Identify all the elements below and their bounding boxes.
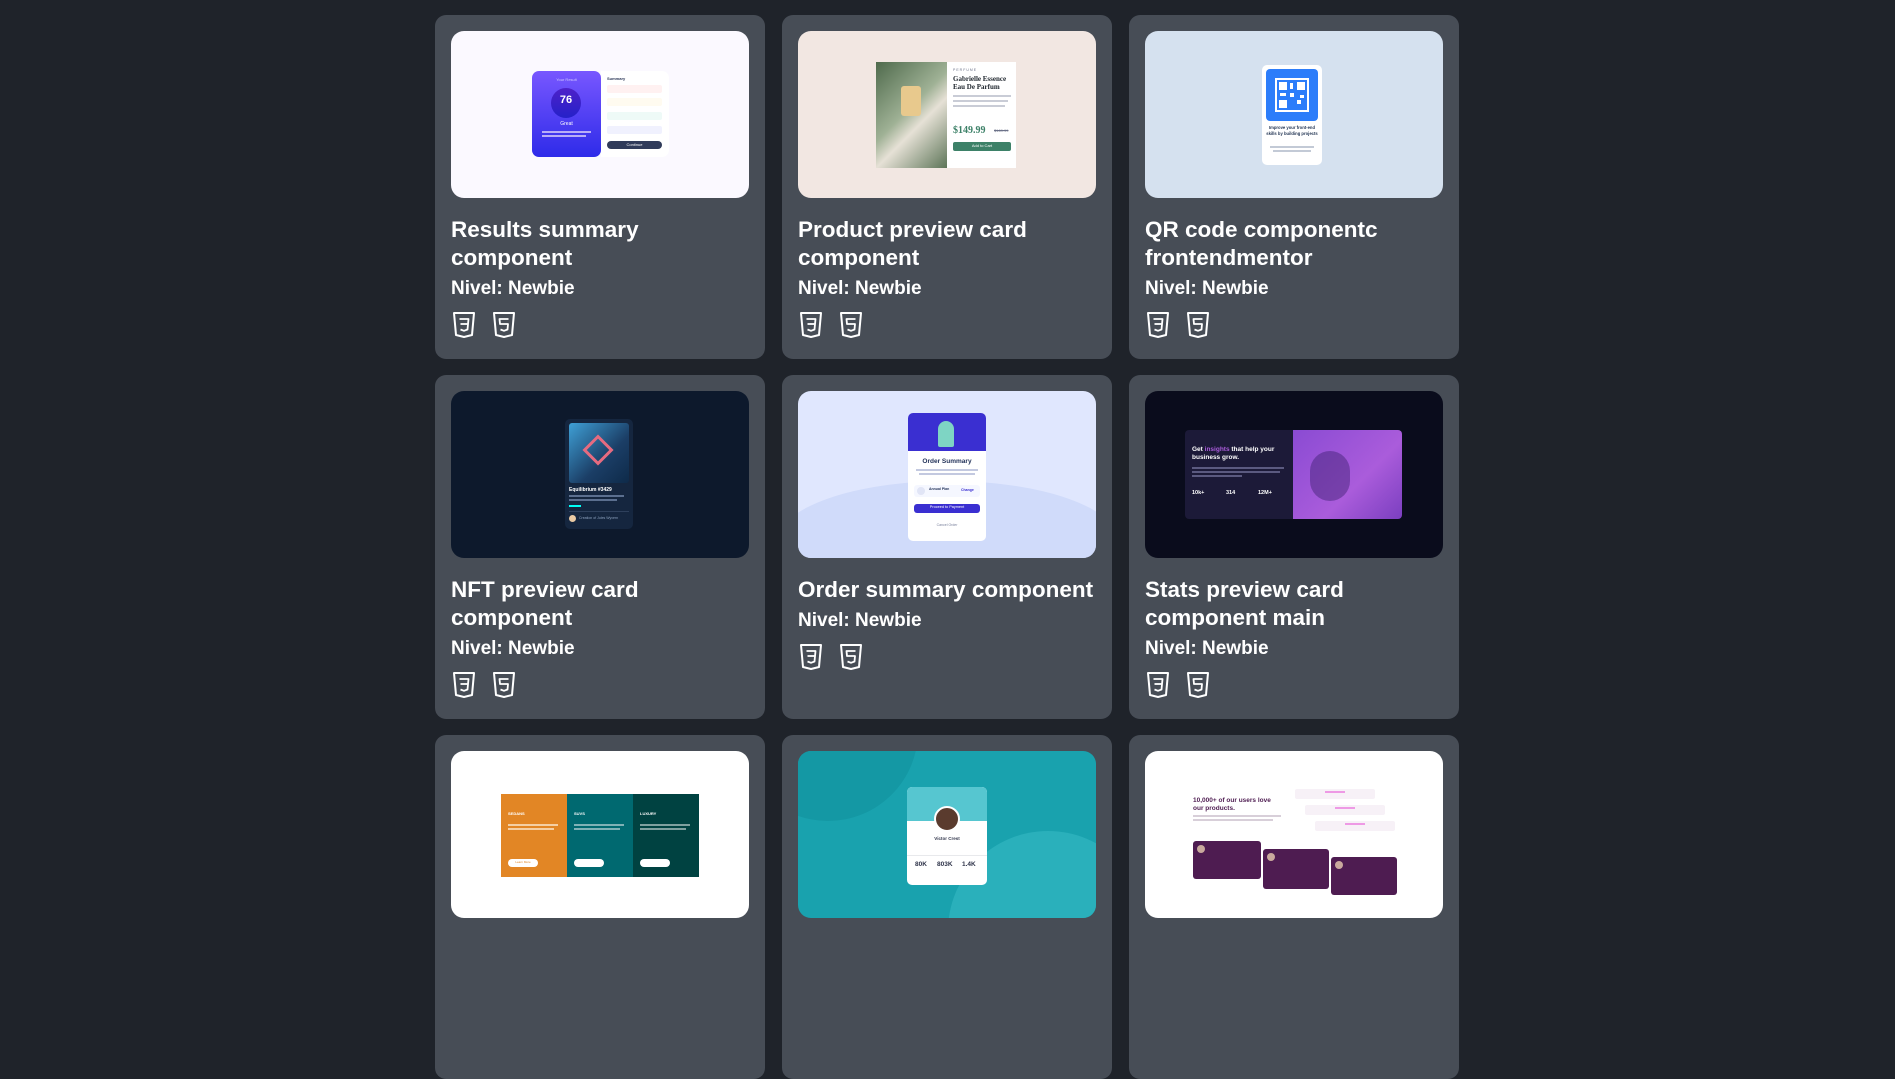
tech-icons — [798, 311, 1096, 339]
thumb-text: SUVS — [574, 811, 585, 816]
thumb-text: Order Summary — [922, 458, 972, 465]
thumb-text: Creation of Jules Wyvern — [579, 516, 619, 520]
thumb-text: Victor Crest — [934, 836, 960, 841]
project-level: Nivel: Newbie — [1145, 278, 1269, 299]
css3-icon — [451, 671, 477, 699]
thumb-text: SEDANS — [508, 811, 525, 816]
css3-icon — [798, 643, 824, 671]
thumb-text: 1.4K — [962, 861, 976, 868]
thumb-text: Your Result — [556, 77, 577, 82]
projects-grid: Your Result 76 Great Summary Continue Re… — [435, 15, 1459, 1079]
project-card[interactable]: Your Result 76 Great Summary Continue Re… — [435, 15, 765, 359]
project-thumbnail[interactable]: Get insights that help your business gro… — [1145, 391, 1443, 558]
thumb-text: 76 — [559, 94, 573, 106]
project-card[interactable]: Victor Crest 80K 803K 1.4K — [782, 735, 1112, 1079]
project-card[interactable]: SEDANS SUVS LUXURY Learn More — [435, 735, 765, 1079]
css3-icon — [1145, 671, 1171, 699]
project-thumbnail[interactable]: 10,000+ of our users love our products. — [1145, 751, 1443, 918]
thumb-text: Cancel Order — [936, 523, 958, 527]
project-thumbnail[interactable]: Your Result 76 Great Summary Continue — [451, 31, 749, 198]
thumb-text: 803K — [937, 861, 953, 868]
thumb-text: Learn More — [515, 860, 531, 864]
html5-icon — [491, 311, 517, 339]
project-thumbnail[interactable]: Victor Crest 80K 803K 1.4K — [798, 751, 1096, 918]
thumb-text: Great — [560, 121, 573, 127]
tech-icons — [451, 671, 749, 699]
thumb-text: Summary — [607, 76, 626, 81]
thumb-text: Annual Plan — [929, 487, 950, 491]
project-card[interactable]: 10,000+ of our users love our products. — [1129, 735, 1459, 1079]
project-card[interactable]: Improve your front-end skills by buildin… — [1129, 15, 1459, 359]
project-title: Results summary component — [451, 217, 639, 270]
project-level: Nivel: Newbie — [451, 638, 575, 659]
project-level: Nivel: Newbie — [798, 278, 922, 299]
qr-code-icon — [1266, 69, 1318, 121]
project-level: Nivel: Newbie — [798, 610, 922, 631]
project-level: Nivel: Newbie — [451, 278, 575, 299]
thumb-text: $169.99 — [994, 128, 1009, 133]
html5-icon — [1185, 671, 1211, 699]
project-thumbnail[interactable]: Equilibrium #3429 Creation of Jules Wyve… — [451, 391, 749, 558]
project-card[interactable]: Equilibrium #3429 Creation of Jules Wyve… — [435, 375, 765, 719]
project-thumbnail[interactable]: Order Summary Annual Plan Change Proceed… — [798, 391, 1096, 558]
thumb-text: 10k+ — [1192, 490, 1205, 496]
project-card[interactable]: Order Summary Annual Plan Change Proceed… — [782, 375, 1112, 719]
tech-icons — [451, 311, 749, 339]
thumb-text: Gabrielle Essence Eau De Parfum — [953, 75, 1007, 91]
css3-icon — [798, 311, 824, 339]
thumb-text: 12M+ — [1258, 490, 1272, 496]
project-title: Product preview card component — [798, 217, 1027, 270]
project-card[interactable]: PERFUME Gabrielle Essence Eau De Parfum … — [782, 15, 1112, 359]
css3-icon — [1145, 311, 1171, 339]
project-title: QR code componentc frontendmentor — [1145, 217, 1378, 270]
thumb-text: 80K — [915, 861, 927, 868]
tech-icons — [1145, 671, 1443, 699]
thumb-text: Continue — [626, 142, 643, 147]
html5-icon — [838, 311, 864, 339]
html5-icon — [1185, 311, 1211, 339]
css3-icon — [451, 311, 477, 339]
project-thumbnail[interactable]: SEDANS SUVS LUXURY Learn More — [451, 751, 749, 918]
thumb-text: PERFUME — [953, 68, 978, 72]
project-thumbnail[interactable]: Improve your front-end skills by buildin… — [1145, 31, 1443, 198]
thumb-text: 314 — [1226, 490, 1236, 496]
avatar — [934, 806, 960, 832]
thumb-text: Proceed to Payment — [929, 505, 965, 509]
project-title: Stats preview card component main — [1145, 577, 1344, 630]
tech-icons — [798, 643, 1096, 671]
thumb-text: Improve your front-end skills by buildin… — [1266, 125, 1318, 136]
project-thumbnail[interactable]: PERFUME Gabrielle Essence Eau De Parfum … — [798, 31, 1096, 198]
thumb-text: $149.99 — [953, 125, 986, 136]
thumb-text: Equilibrium #3429 — [569, 487, 612, 493]
project-title: Order summary component — [798, 577, 1094, 602]
tech-icons — [1145, 311, 1443, 339]
html5-icon — [838, 643, 864, 671]
thumb-text: 10,000+ of our users love our products. — [1193, 797, 1271, 812]
project-title: NFT preview card component — [451, 577, 639, 630]
project-card[interactable]: Get insights that help your business gro… — [1129, 375, 1459, 719]
thumb-text: Get insights that help your business gro… — [1192, 446, 1275, 461]
thumb-text: Change — [961, 488, 974, 492]
thumb-text: Add to Cart — [971, 143, 993, 148]
project-level: Nivel: Newbie — [1145, 638, 1269, 659]
html5-icon — [491, 671, 517, 699]
thumb-text: LUXURY — [640, 811, 657, 816]
